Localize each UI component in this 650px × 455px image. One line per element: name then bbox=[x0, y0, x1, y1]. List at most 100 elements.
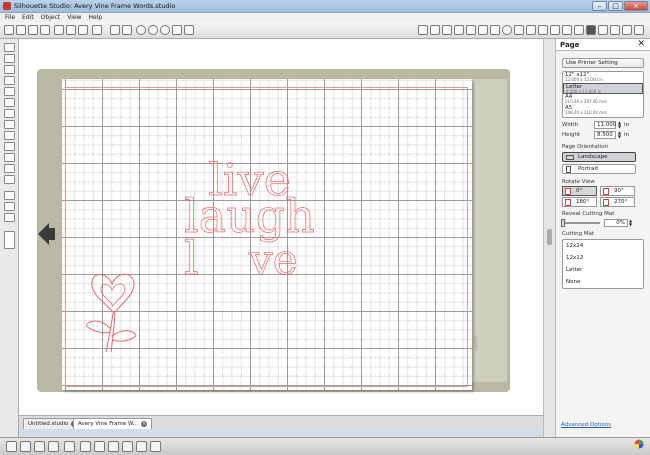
fill-color-icon[interactable] bbox=[502, 25, 512, 35]
curve-tool-icon[interactable] bbox=[4, 87, 15, 96]
grid-icon[interactable] bbox=[430, 25, 440, 35]
offset-icon[interactable] bbox=[538, 25, 548, 35]
ellipse-tool-icon[interactable] bbox=[4, 109, 15, 118]
rotate-0-button[interactable]: 0° bbox=[562, 186, 597, 196]
page-setup-icon[interactable] bbox=[418, 25, 428, 35]
redo-icon[interactable] bbox=[122, 25, 132, 35]
cutting-mat-12x12[interactable]: 12x12 bbox=[563, 252, 643, 264]
rectangle-tool-icon[interactable] bbox=[4, 98, 15, 107]
page-size-letter[interactable]: Letter 8.500 x 11.000 in bbox=[563, 83, 643, 94]
cut-icon-right[interactable] bbox=[598, 25, 608, 35]
close-window-button[interactable]: × bbox=[624, 1, 648, 11]
select-all-icon[interactable] bbox=[92, 25, 102, 35]
smooth-freehand-tool-icon[interactable] bbox=[4, 142, 15, 151]
text-tool-icon[interactable] bbox=[4, 153, 15, 162]
tab-avery-vine[interactable]: Avery Vine Frame W... × bbox=[73, 418, 153, 429]
print-cut-icon[interactable] bbox=[610, 25, 620, 35]
menu-object[interactable]: Object bbox=[41, 13, 61, 22]
group-icon[interactable] bbox=[6, 441, 17, 452]
page-size-12x12[interactable]: 12" x12" 12.000 x 12.000 in bbox=[563, 72, 643, 83]
library-icon[interactable] bbox=[562, 25, 572, 35]
arrange-icon[interactable] bbox=[150, 441, 161, 452]
menu-edit[interactable]: Edit bbox=[22, 13, 34, 22]
zoom-in-icon[interactable] bbox=[136, 25, 146, 35]
menu-file[interactable]: File bbox=[5, 13, 15, 22]
splitter-grip[interactable] bbox=[547, 229, 552, 245]
color-wheel-icon[interactable] bbox=[634, 439, 644, 449]
knife-tool-icon[interactable] bbox=[4, 175, 15, 184]
help-icon[interactable] bbox=[622, 25, 632, 35]
width-spinner[interactable]: ▲ ▼ bbox=[618, 121, 621, 129]
store-icon[interactable] bbox=[574, 25, 584, 35]
replicate-icon[interactable] bbox=[478, 25, 488, 35]
cutting-mat-letter[interactable]: Letter bbox=[563, 264, 643, 276]
orientation-portrait-button[interactable]: Portrait bbox=[562, 164, 636, 174]
delete-icon[interactable] bbox=[94, 441, 105, 452]
design-word-l[interactable]: l bbox=[184, 235, 199, 282]
print-icon[interactable] bbox=[40, 25, 50, 35]
page-size-a4[interactable]: A4 210.00 x 297.00 mm bbox=[563, 94, 643, 105]
duplicate-icon[interactable] bbox=[80, 441, 91, 452]
orientation-landscape-button[interactable]: Landscape bbox=[562, 152, 636, 162]
cutting-mat-12x24[interactable]: 12x24 bbox=[563, 240, 643, 252]
layers-view-icon[interactable] bbox=[4, 213, 15, 222]
line-color-icon[interactable] bbox=[514, 25, 524, 35]
reveal-mat-value[interactable]: 0% bbox=[604, 219, 628, 227]
cutting-mat-none[interactable]: None bbox=[563, 276, 643, 288]
registration-icon[interactable] bbox=[442, 25, 452, 35]
open-file-icon[interactable] bbox=[16, 25, 26, 35]
zoom-out-icon[interactable] bbox=[148, 25, 158, 35]
ungroup-icon[interactable] bbox=[20, 441, 31, 452]
point-edit-tool-icon[interactable] bbox=[4, 54, 15, 63]
select-tool-icon[interactable] bbox=[4, 43, 15, 52]
trace-icon[interactable] bbox=[550, 25, 560, 35]
height-spinner[interactable]: ▲ ▼ bbox=[618, 131, 621, 139]
mirror-icon[interactable] bbox=[108, 441, 119, 452]
menu-view[interactable]: View bbox=[67, 13, 81, 22]
width-field[interactable]: 11.000 bbox=[594, 121, 616, 129]
use-printer-setting-button[interactable]: Use Printer Setting bbox=[562, 58, 644, 68]
rotate-180-button[interactable]: 180° bbox=[562, 197, 597, 207]
send-to-cutter-icon[interactable] bbox=[586, 25, 596, 35]
save-icon[interactable] bbox=[28, 25, 38, 35]
line-tool-icon[interactable] bbox=[4, 65, 15, 74]
menu-help[interactable]: Help bbox=[88, 13, 102, 22]
panel-splitter[interactable] bbox=[543, 39, 556, 437]
eraser-tool-icon[interactable] bbox=[4, 164, 15, 173]
design-page[interactable]: live laugh l ve bbox=[62, 79, 472, 390]
fit-page-icon[interactable] bbox=[184, 25, 194, 35]
make-compound-icon[interactable] bbox=[34, 441, 45, 452]
rotate-270-button[interactable]: 270° bbox=[600, 197, 635, 207]
text-style-icon[interactable] bbox=[490, 25, 500, 35]
design-word-laugh[interactable]: laugh bbox=[184, 193, 316, 240]
cut-icon[interactable] bbox=[54, 25, 64, 35]
new-file-icon[interactable] bbox=[4, 25, 14, 35]
copy-icon[interactable] bbox=[66, 25, 76, 35]
paste-icon[interactable] bbox=[78, 25, 88, 35]
pan-hand-icon[interactable] bbox=[172, 25, 182, 35]
modify-icon[interactable] bbox=[526, 25, 536, 35]
undo-icon[interactable] bbox=[110, 25, 120, 35]
close-panel-icon[interactable]: ✕ bbox=[637, 39, 645, 49]
weld-icon[interactable] bbox=[64, 441, 75, 452]
release-compound-icon[interactable] bbox=[48, 441, 59, 452]
rounded-rect-tool-icon[interactable] bbox=[4, 131, 15, 140]
rotate-90-button[interactable]: 90° bbox=[600, 186, 635, 196]
minimize-button[interactable]: – bbox=[592, 1, 607, 11]
page-size-a5[interactable]: A5 148.00 x 210.00 mm bbox=[563, 105, 643, 116]
close-tab-icon[interactable]: × bbox=[141, 421, 148, 427]
window-view-icon[interactable] bbox=[4, 191, 15, 200]
zoom-fit-icon[interactable] bbox=[160, 25, 170, 35]
doc-view-icon[interactable] bbox=[4, 202, 15, 211]
reveal-mat-slider-knob[interactable] bbox=[561, 219, 565, 227]
design-word-ve[interactable]: ve bbox=[249, 238, 298, 281]
cut-settings-icon[interactable] bbox=[454, 25, 464, 35]
reveal-mat-slider-track[interactable] bbox=[564, 222, 600, 224]
advanced-options-link[interactable]: Advanced Options bbox=[561, 422, 611, 428]
freehand-tool-icon[interactable] bbox=[4, 120, 15, 129]
bring-front-icon[interactable] bbox=[122, 441, 133, 452]
scroll-view-icon[interactable] bbox=[4, 231, 15, 249]
align-icon[interactable] bbox=[466, 25, 476, 35]
options-icon[interactable] bbox=[634, 25, 644, 35]
heart-flower-design[interactable] bbox=[84, 266, 146, 356]
